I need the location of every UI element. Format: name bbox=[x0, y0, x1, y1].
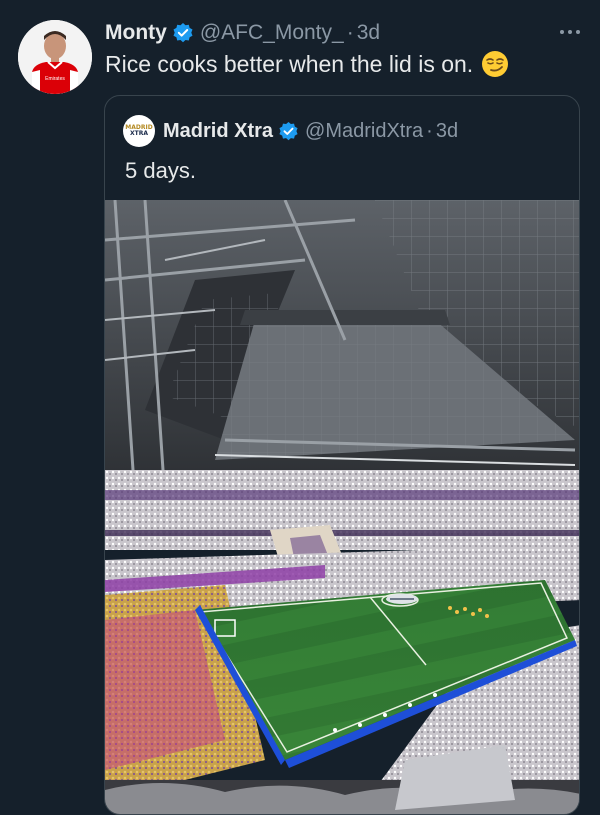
verified-badge-icon bbox=[172, 22, 194, 44]
tweet-timestamp[interactable]: 3d bbox=[357, 21, 380, 45]
quoted-author-avatar[interactable]: MADRID XTRA bbox=[123, 115, 155, 147]
quoted-tweet-photo[interactable] bbox=[105, 200, 579, 814]
more-options-icon[interactable] bbox=[558, 22, 582, 42]
separator-dot: · bbox=[426, 119, 433, 142]
quoted-author-logo: MADRID XTRA bbox=[125, 125, 152, 137]
quoted-tweet-header: MADRID XTRA Madrid Xtra @MadridXtra · 3d bbox=[123, 115, 458, 147]
avatar-shirt-text: Emirates bbox=[45, 76, 65, 82]
verified-badge-icon bbox=[278, 121, 299, 142]
tweet-text: Rice cooks better when the lid is on. bbox=[105, 50, 474, 77]
quoted-author-handle[interactable]: @MadridXtra bbox=[305, 120, 423, 143]
quoted-author-display-name[interactable]: Madrid Xtra bbox=[163, 120, 273, 143]
author-handle[interactable]: @AFC_Monty_ bbox=[200, 21, 344, 45]
logo-text-bottom: XTRA bbox=[130, 130, 148, 137]
quoted-tweet-text: 5 days. bbox=[125, 158, 196, 183]
author-avatar[interactable]: Emirates bbox=[18, 20, 92, 94]
tweet-header: Monty @AFC_Monty_ · 3d bbox=[105, 18, 380, 48]
smirking-face-emoji-icon bbox=[481, 50, 509, 78]
avatar-image: Emirates bbox=[18, 20, 92, 94]
separator-dot: · bbox=[346, 21, 354, 44]
author-display-name[interactable]: Monty bbox=[105, 21, 167, 45]
tweet-text-container: Rice cooks better when the lid is on. bbox=[105, 50, 509, 78]
stadium-photo-image bbox=[105, 200, 579, 814]
quoted-tweet[interactable]: MADRID XTRA Madrid Xtra @MadridXtra · 3d… bbox=[104, 95, 580, 815]
quoted-tweet-timestamp[interactable]: 3d bbox=[436, 120, 458, 143]
